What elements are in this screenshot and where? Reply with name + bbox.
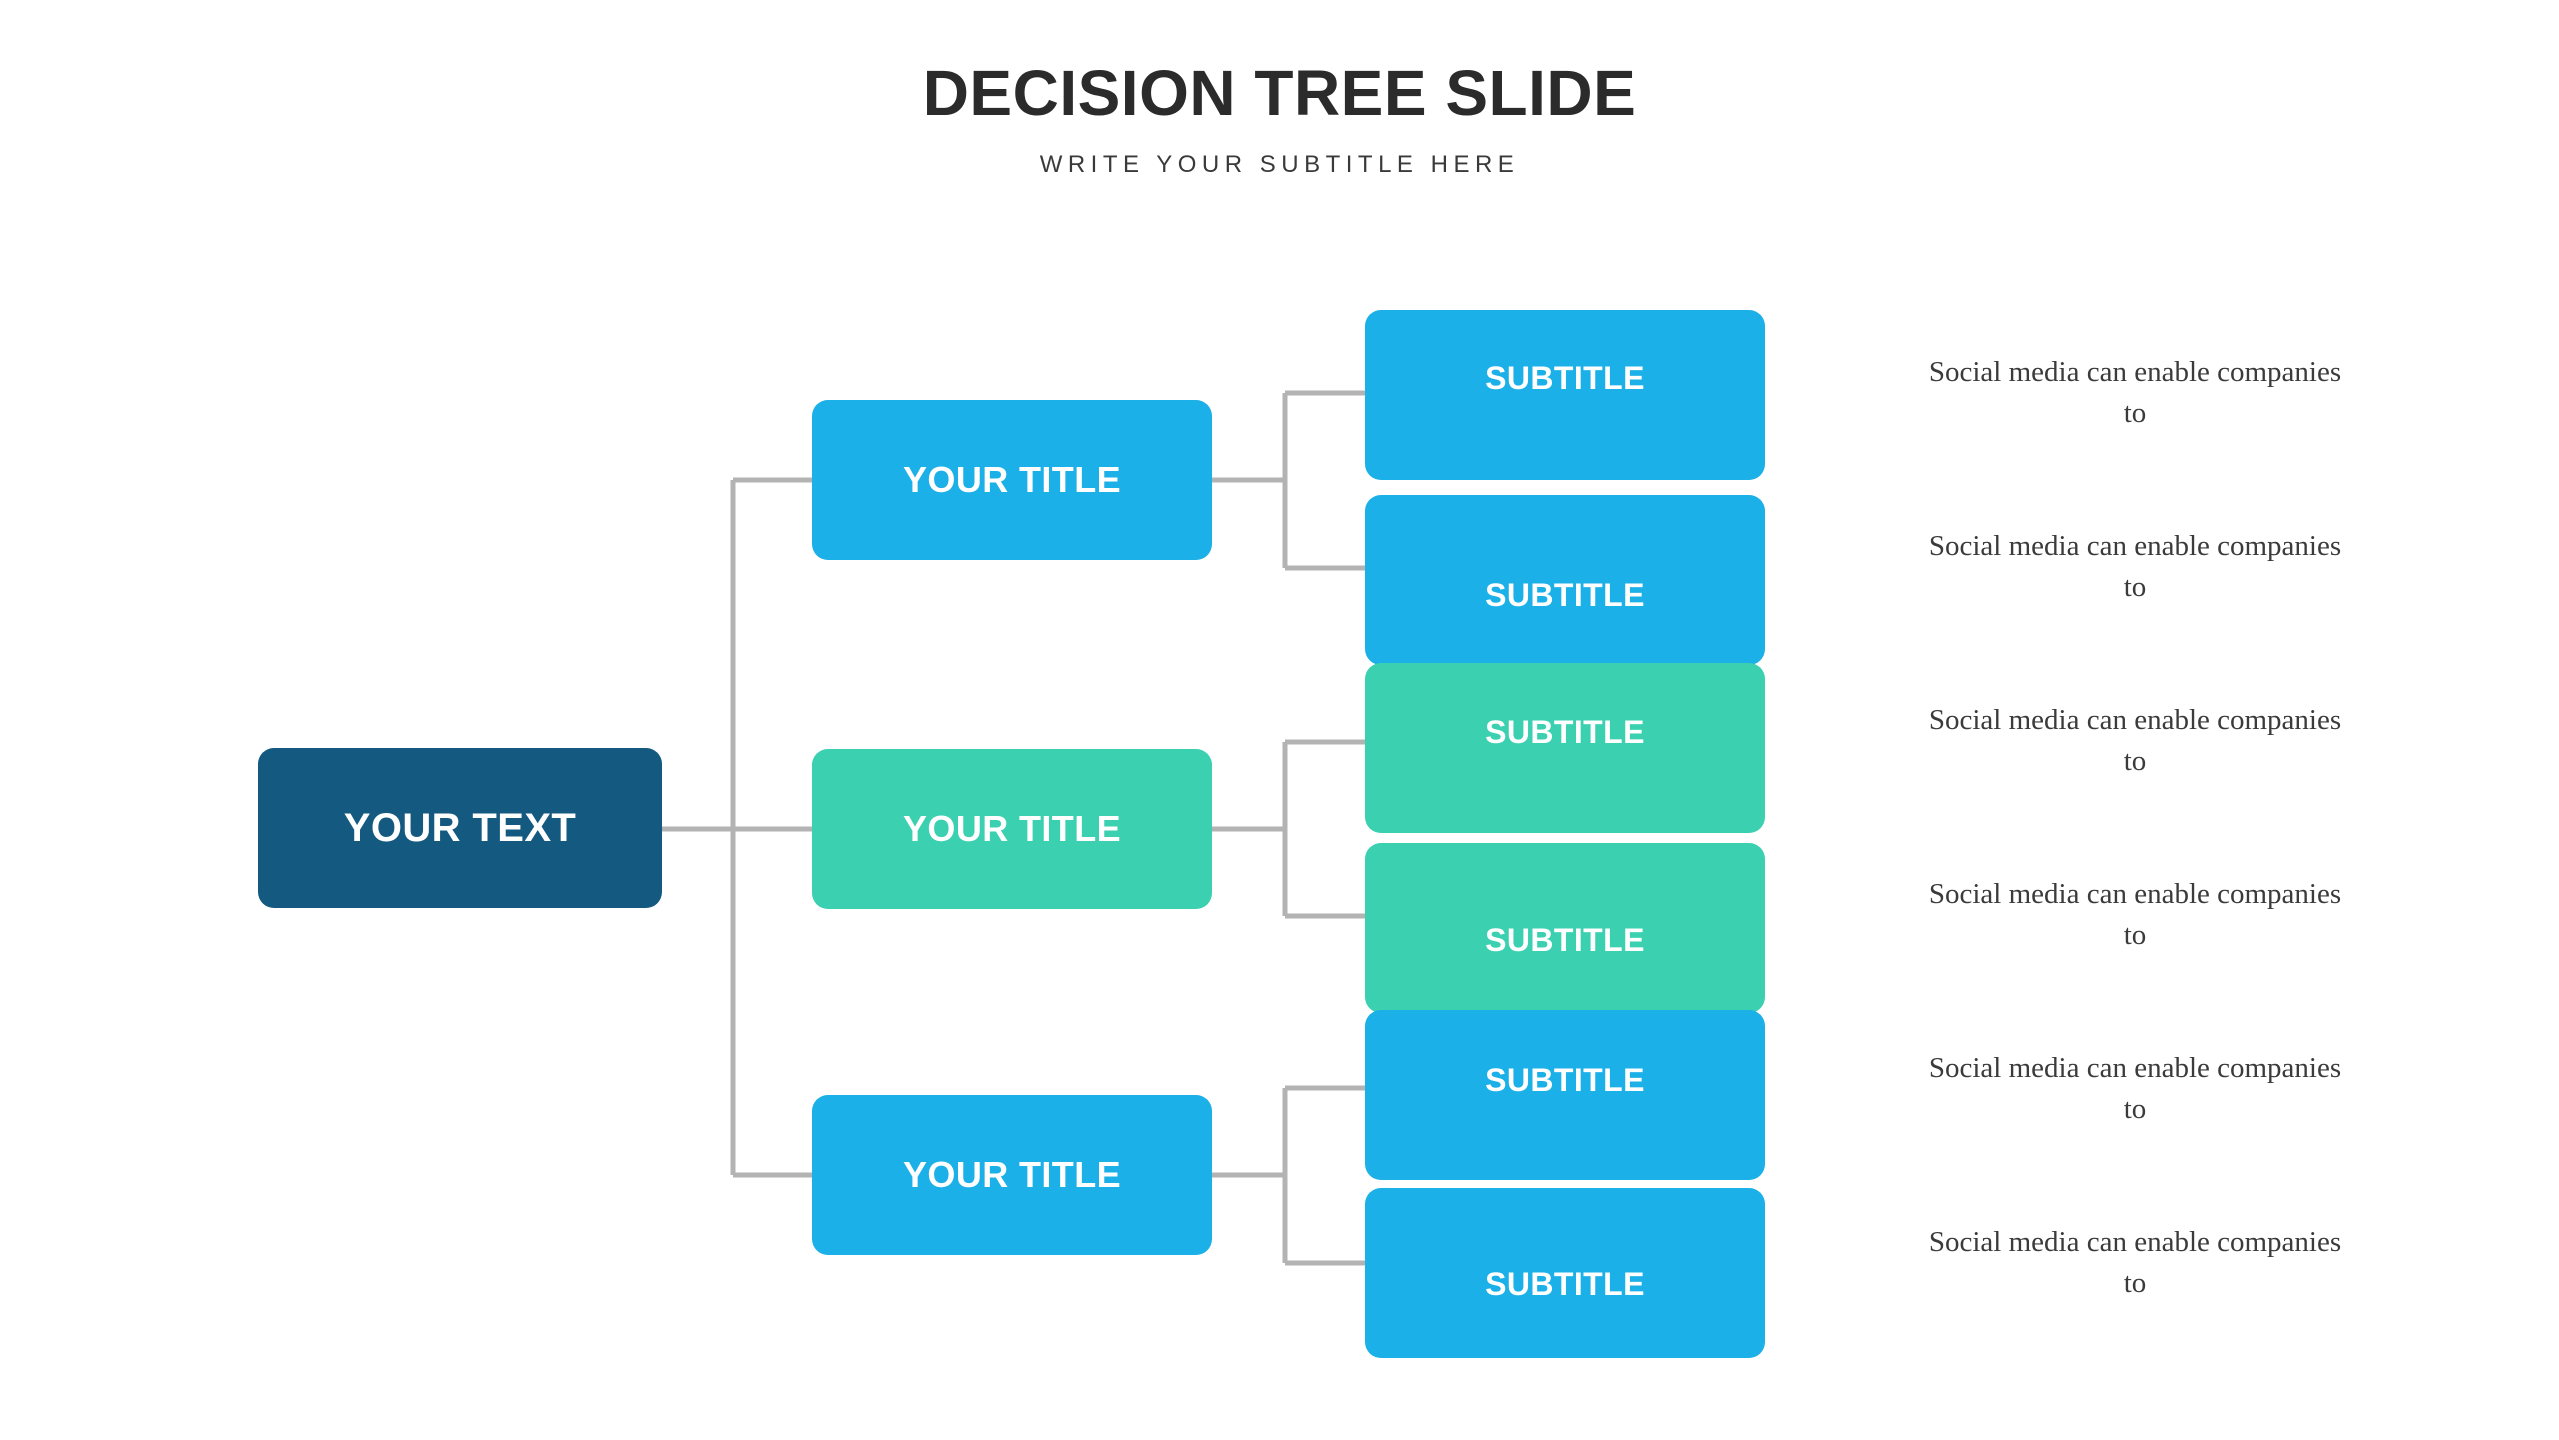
description-3-2: Social media can enable companies to bbox=[1928, 1226, 2342, 1300]
decision-tree-diagram: YOUR TEXT YOUR TITLE YOUR TITLE YOUR TIT… bbox=[0, 0, 2559, 1440]
node-branch-1[interactable]: YOUR TITLE bbox=[812, 400, 1212, 560]
node-leaf-2-1[interactable]: SUBTITLE bbox=[1365, 663, 1765, 833]
node-leaf-1-2-label: SUBTITLE bbox=[1485, 576, 1645, 613]
node-branch-2[interactable]: YOUR TITLE bbox=[812, 749, 1212, 909]
node-branch-2-label: YOUR TITLE bbox=[903, 808, 1121, 849]
node-leaf-1-1-label: SUBTITLE bbox=[1485, 359, 1645, 396]
description-1-1: Social media can enable companies to bbox=[1928, 356, 2342, 430]
node-leaf-3-1-label: SUBTITLE bbox=[1485, 1061, 1645, 1098]
description-2-1: Social media can enable companies to bbox=[1928, 704, 2342, 778]
node-root[interactable]: YOUR TEXT bbox=[258, 748, 662, 908]
node-leaf-2-2[interactable]: SUBTITLE bbox=[1365, 843, 1765, 1013]
description-2-2: Social media can enable companies to bbox=[1928, 878, 2342, 952]
node-leaf-3-1[interactable]: SUBTITLE bbox=[1365, 1010, 1765, 1180]
node-branch-1-label: YOUR TITLE bbox=[903, 459, 1121, 500]
node-root-label: YOUR TEXT bbox=[343, 805, 577, 850]
node-branch-3[interactable]: YOUR TITLE bbox=[812, 1095, 1212, 1255]
node-leaf-3-2-label: SUBTITLE bbox=[1485, 1265, 1645, 1302]
node-leaf-2-2-label: SUBTITLE bbox=[1485, 921, 1645, 958]
node-branch-3-label: YOUR TITLE bbox=[903, 1154, 1121, 1195]
description-1-2: Social media can enable companies to bbox=[1928, 530, 2342, 604]
node-leaf-1-1[interactable]: SUBTITLE bbox=[1365, 310, 1765, 480]
node-leaf-3-2[interactable]: SUBTITLE bbox=[1365, 1188, 1765, 1358]
node-leaf-1-2[interactable]: SUBTITLE bbox=[1365, 495, 1765, 665]
node-leaf-2-1-label: SUBTITLE bbox=[1485, 713, 1645, 750]
description-3-1: Social media can enable companies to bbox=[1928, 1052, 2342, 1126]
